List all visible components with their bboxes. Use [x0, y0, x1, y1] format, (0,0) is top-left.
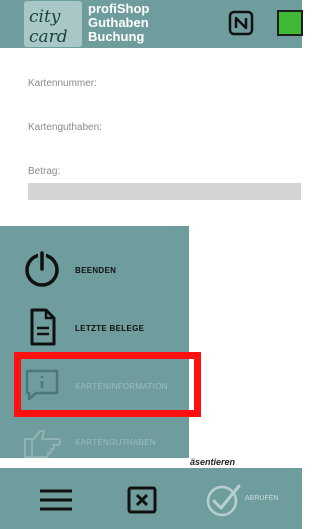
citycard-logo-icon: city card [29, 7, 68, 47]
app-title-line-1: profiShop [88, 1, 150, 16]
confirm-label: ABRUFEN [245, 495, 279, 502]
nfc-icon[interactable] [228, 10, 254, 36]
amount-input[interactable] [28, 183, 301, 200]
menu-item-label: LETZTE BELEGE [75, 324, 145, 333]
svg-text:city: city [29, 7, 61, 27]
menu-item-label: KARTENGUTHABEN [75, 438, 156, 447]
checkmark-circle-icon[interactable] [205, 482, 241, 518]
app-title-line-2: Guthaben [88, 15, 149, 30]
citycard-logo: city card [24, 1, 82, 47]
app-header: city card profiShop Guthaben Buchung [0, 0, 303, 48]
menu-item-letzte-belege[interactable]: LETZTE BELEGE [0, 298, 189, 356]
card-number-label: Kartennummer: [28, 78, 97, 89]
highlight-box [14, 352, 201, 417]
svg-text:card: card [29, 27, 68, 47]
menu-item-kartenguthaben[interactable]: KARTENGUTHABEN [0, 412, 189, 470]
card-balance-label: Kartenguthaben: [28, 122, 102, 133]
app-title-line-3: Buchung [88, 29, 145, 44]
status-indicator [277, 10, 303, 36]
bottom-bar: ABRUFEN [0, 468, 302, 529]
background-text: äsentieren [190, 457, 236, 467]
pointing-hand-icon [24, 430, 61, 458]
close-box-icon[interactable] [127, 486, 157, 514]
document-icon [30, 308, 56, 346]
app-title: profiShop Guthaben Buchung [88, 2, 208, 44]
menu-item-beenden[interactable]: BEENDEN [0, 240, 189, 298]
side-menu: BEENDEN LETZTE BELEGE KARTENINFORMATION … [0, 226, 189, 458]
amount-label: Betrag: [28, 166, 61, 177]
menu-item-label: BEENDEN [75, 266, 117, 275]
hamburger-icon[interactable] [39, 488, 73, 512]
power-icon [25, 251, 59, 287]
